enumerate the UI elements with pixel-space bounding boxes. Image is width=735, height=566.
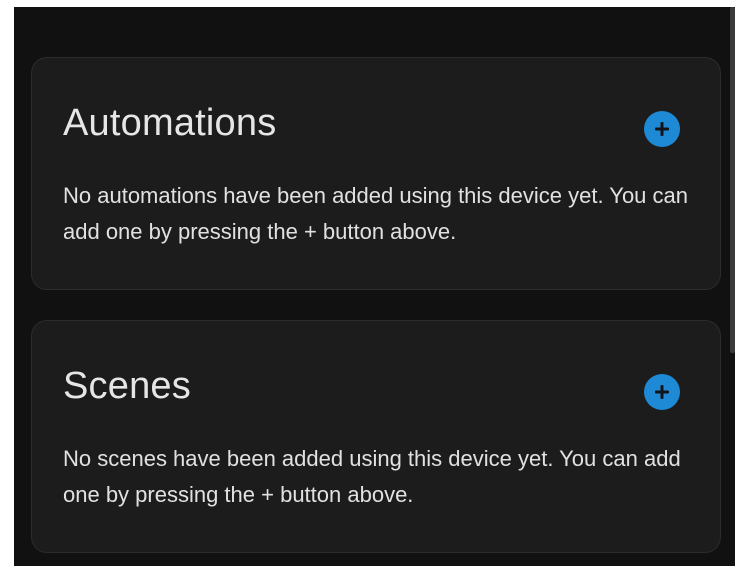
automations-empty-text: No automations have been added using thi…: [63, 183, 689, 244]
automations-card: Automations No automations have been add…: [31, 57, 721, 290]
automations-title: Automations: [63, 102, 277, 144]
add-automation-button[interactable]: [644, 111, 680, 147]
scenes-empty-text: No scenes have been added using this dev…: [63, 446, 681, 507]
scrollbar[interactable]: [730, 7, 735, 353]
add-scene-button[interactable]: [644, 374, 680, 410]
plus-icon: [655, 122, 669, 136]
device-page: Automations No automations have been add…: [14, 7, 735, 566]
scenes-title: Scenes: [63, 365, 191, 407]
scenes-card: Scenes No scenes have been added using t…: [31, 320, 721, 553]
plus-icon: [655, 385, 669, 399]
